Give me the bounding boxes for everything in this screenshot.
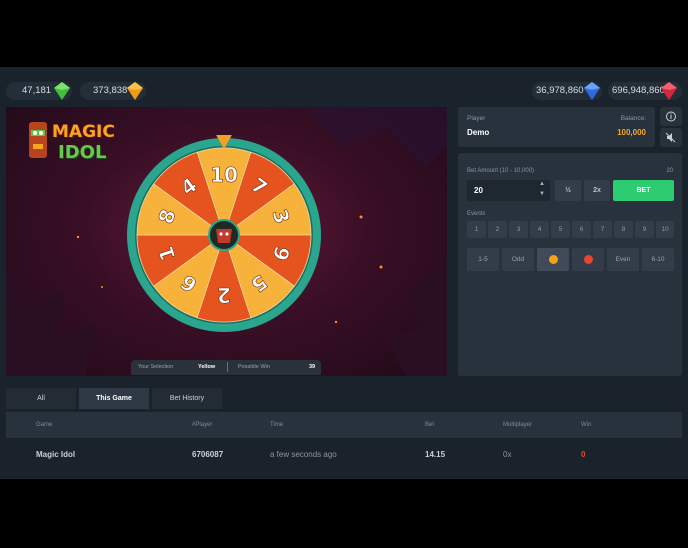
red-dot-icon bbox=[584, 255, 593, 264]
half-bet-button[interactable]: ½ bbox=[555, 180, 581, 201]
event-1-button[interactable]: 1 bbox=[467, 221, 486, 238]
selection-bar: Your Selection Yellow Possible Win 39 bbox=[131, 360, 321, 375]
history-table-header: Game #Player Time Bet Multiplayer Win bbox=[6, 412, 682, 438]
place-bet-button[interactable]: BET bbox=[613, 180, 674, 201]
event-10-button[interactable]: 10 bbox=[656, 221, 674, 238]
col-multiplayer: Multiplayer bbox=[503, 422, 533, 428]
decrement-icon[interactable]: ▼ bbox=[539, 191, 545, 197]
game-app: 47,181 373,838 36,978,860 696,948,860 MA… bbox=[0, 67, 688, 479]
sound-muted-icon bbox=[665, 132, 676, 143]
option-6-10-button[interactable]: 6-10 bbox=[642, 248, 674, 271]
col-bet: Bet bbox=[425, 422, 435, 428]
bet-amount-max: 20 bbox=[666, 168, 673, 174]
option-odd-button[interactable]: Odd bbox=[502, 248, 534, 271]
option-yellow-button[interactable] bbox=[537, 248, 569, 271]
col-player: #Player bbox=[192, 422, 213, 428]
wheel-number-label: 10 bbox=[210, 163, 238, 187]
orange-gem-amount: 373,838 bbox=[93, 85, 128, 96]
wheel-number-label: 2 bbox=[217, 283, 231, 307]
prize-wheel[interactable]: 10 739526184 bbox=[124, 135, 324, 335]
yellow-dot-icon bbox=[549, 255, 558, 264]
orange-gem-icon bbox=[127, 82, 143, 100]
tab-bet-history[interactable]: Bet History bbox=[152, 388, 222, 409]
event-8-button[interactable]: 8 bbox=[614, 221, 633, 238]
possible-win-value: 39 bbox=[309, 364, 316, 370]
row-player: 6706087 bbox=[192, 450, 224, 459]
red-gem-balance[interactable]: 696,948,860 bbox=[608, 82, 682, 100]
info-button[interactable] bbox=[660, 107, 682, 126]
event-9-button[interactable]: 9 bbox=[635, 221, 654, 238]
green-gem-icon bbox=[54, 82, 70, 100]
event-3-button[interactable]: 3 bbox=[509, 221, 528, 238]
event-6-button[interactable]: 6 bbox=[572, 221, 591, 238]
blue-gem-balance[interactable]: 36,978,860 bbox=[532, 82, 602, 100]
balance-value: 100,000 bbox=[617, 128, 646, 137]
selection-value: Yellow bbox=[198, 364, 216, 370]
row-win: 0 bbox=[581, 450, 586, 459]
event-7-button[interactable]: 7 bbox=[593, 221, 612, 238]
green-gem-balance[interactable]: 47,181 bbox=[6, 82, 72, 100]
player-name: Demo bbox=[467, 128, 490, 137]
events-label: Events bbox=[467, 211, 486, 217]
mute-button[interactable] bbox=[660, 128, 682, 147]
table-row[interactable]: Magic Idol 6706087 a few seconds ago 14.… bbox=[6, 440, 682, 466]
row-bet: 14.15 bbox=[425, 450, 446, 459]
wheel-game-area: MAGIC IDOL 10 7 3 9 5 2 6 1 8 4 Your Selection Ye… bbox=[6, 107, 447, 376]
option-1-5-button[interactable]: 1-5 bbox=[467, 248, 499, 271]
col-win: Win bbox=[581, 422, 592, 428]
player-panel: Player Demo Balance: 100,000 bbox=[458, 107, 655, 147]
selection-divider bbox=[227, 362, 228, 372]
logo-magic: MAGIC bbox=[52, 122, 115, 142]
currency-bar: 47,181 373,838 36,978,860 696,948,860 bbox=[0, 67, 688, 105]
orange-gem-balance[interactable]: 373,838 bbox=[80, 82, 146, 100]
green-gem-amount: 47,181 bbox=[22, 85, 52, 96]
tiki-mask-icon bbox=[29, 122, 47, 158]
event-4-button[interactable]: 4 bbox=[530, 221, 549, 238]
logo-idol: IDOL bbox=[58, 142, 107, 163]
possible-win-label: Possible Win bbox=[238, 364, 270, 370]
col-time: Time bbox=[270, 422, 284, 428]
player-label: Player bbox=[467, 115, 486, 122]
bet-amount-input[interactable]: 20 ▲ ▼ bbox=[467, 180, 550, 201]
option-even-button[interactable]: Even bbox=[607, 248, 639, 271]
balance-label: Balance: bbox=[620, 115, 646, 122]
selection-label: Your Selection bbox=[138, 364, 174, 370]
bet-amount-value: 20 bbox=[474, 186, 483, 195]
blue-gem-amount: 36,978,860 bbox=[536, 85, 584, 96]
row-multiplayer: 0x bbox=[503, 450, 512, 459]
row-game: Magic Idol bbox=[36, 450, 76, 459]
info-icon bbox=[666, 111, 676, 122]
col-game: Game bbox=[36, 422, 53, 428]
double-bet-button[interactable]: 2x bbox=[584, 180, 610, 201]
row-time: a few seconds ago bbox=[270, 450, 337, 459]
tab-this-game[interactable]: This Game bbox=[79, 388, 149, 409]
increment-icon[interactable]: ▲ bbox=[539, 181, 545, 187]
tiki-hub-icon bbox=[216, 229, 232, 243]
bet-amount-label: Bet Amount (10 - 10,000) bbox=[467, 168, 535, 174]
event-5-button[interactable]: 5 bbox=[551, 221, 570, 238]
tab-all[interactable]: All bbox=[6, 388, 76, 409]
option-red-button[interactable] bbox=[572, 248, 604, 271]
event-2-button[interactable]: 2 bbox=[488, 221, 507, 238]
red-gem-icon bbox=[661, 82, 677, 100]
red-gem-amount: 696,948,860 bbox=[612, 85, 665, 96]
blue-gem-icon bbox=[584, 82, 600, 100]
